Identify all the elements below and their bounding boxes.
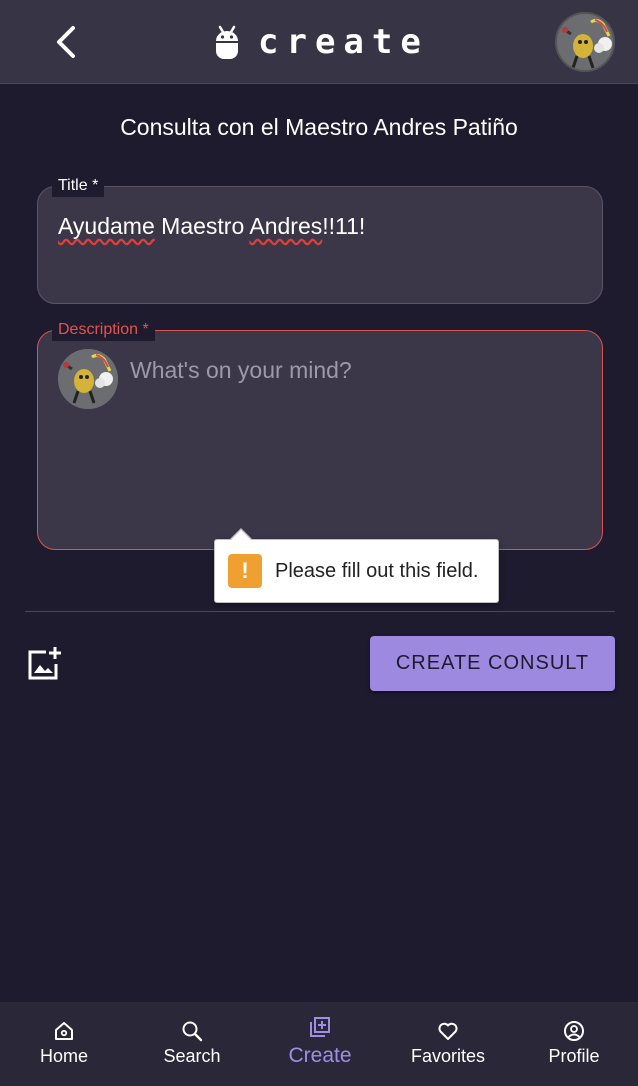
nav-home[interactable]: Home: [0, 1002, 128, 1086]
heart-icon: [438, 1022, 458, 1040]
bottom-navigation: Home Search Create Favorites Profile: [0, 1002, 638, 1086]
back-button[interactable]: [46, 22, 86, 62]
nav-profile[interactable]: Profile: [510, 1002, 638, 1086]
title-word: Ayudame: [58, 213, 155, 239]
title-field[interactable]: Title * Ayudame Maestro Andres!!11!: [37, 175, 603, 304]
title-word: Andres: [249, 213, 323, 239]
nav-label: Create: [288, 1044, 352, 1067]
add-box-icon: [310, 1017, 330, 1037]
nav-search[interactable]: Search: [128, 1002, 256, 1086]
nav-favorites[interactable]: Favorites: [384, 1002, 512, 1086]
validation-tooltip: ! Please fill out this field.: [214, 528, 499, 603]
title-word: Maestro: [161, 213, 245, 239]
add-image-button[interactable]: [26, 646, 62, 682]
title-input-value[interactable]: Ayudame Maestro Andres!!11!: [58, 213, 365, 240]
android-icon: [216, 25, 238, 59]
description-field[interactable]: Description * What's on your mind?: [37, 319, 603, 550]
nav-label: Search: [163, 1046, 221, 1066]
validation-message: Please fill out this field.: [275, 559, 479, 582]
account-circle-icon: [564, 1021, 584, 1041]
avatar-image: [557, 14, 613, 70]
nav-label: Favorites: [410, 1046, 486, 1066]
top-app-bar: create: [0, 0, 638, 84]
brand: create: [214, 22, 429, 62]
title-word: !!11!: [322, 213, 366, 239]
nav-label: Home: [39, 1046, 88, 1066]
avatar-image: [58, 349, 118, 409]
brand-text: create: [258, 22, 429, 62]
search-icon: [182, 1021, 203, 1042]
add-photo-icon: [28, 647, 61, 680]
nav-create[interactable]: Create: [256, 1002, 384, 1086]
home-icon: [55, 1022, 73, 1040]
warning-icon: !: [228, 554, 262, 588]
nav-label: Profile: [548, 1046, 600, 1066]
chevron-left-icon: [57, 26, 75, 58]
description-label: Description *: [52, 319, 155, 341]
title-label: Title *: [52, 175, 105, 197]
description-placeholder[interactable]: What's on your mind?: [130, 357, 352, 384]
divider: [25, 611, 615, 612]
create-consult-button[interactable]: CREATE CONSULT: [370, 636, 615, 691]
description-avatar: [58, 349, 118, 409]
page-title: Consulta con el Maestro Andres Patiño: [120, 114, 518, 140]
user-avatar[interactable]: [555, 12, 615, 72]
